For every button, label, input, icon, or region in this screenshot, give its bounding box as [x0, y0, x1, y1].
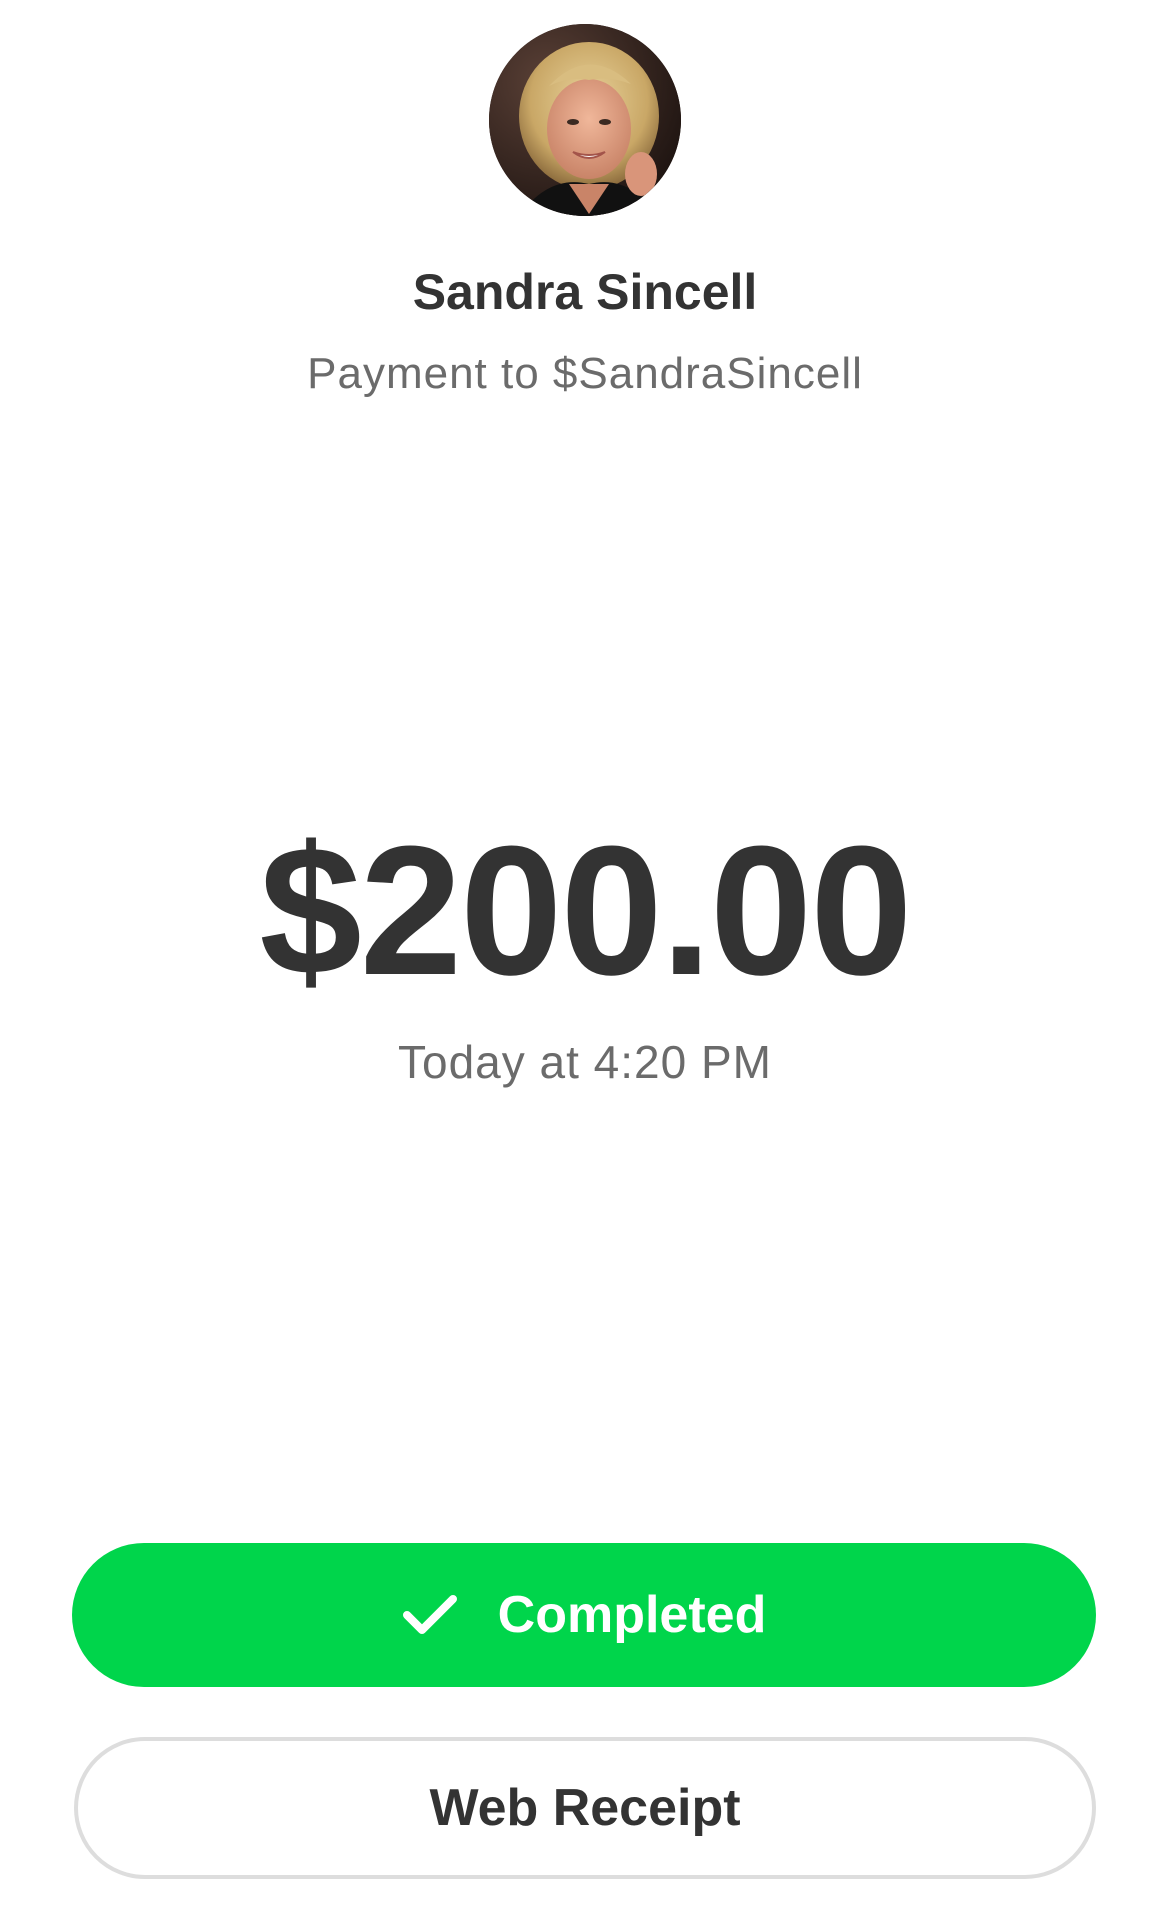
status-label: Completed	[497, 1586, 767, 1644]
completed-status-button[interactable]: Completed	[72, 1543, 1096, 1687]
profile-photo	[489, 24, 681, 216]
payment-timestamp: Today at 4:20 PM	[398, 1036, 772, 1088]
checkmark-icon	[402, 1595, 457, 1634]
payment-amount: $200.00	[259, 807, 912, 1013]
payment-subtitle: Payment to $SandraSincell	[307, 349, 863, 398]
recipient-name: Sandra Sincell	[412, 264, 758, 320]
web-receipt-label: Web Receipt	[429, 1779, 741, 1837]
avatar	[489, 24, 681, 216]
web-receipt-button[interactable]: Web Receipt	[74, 1737, 1096, 1879]
